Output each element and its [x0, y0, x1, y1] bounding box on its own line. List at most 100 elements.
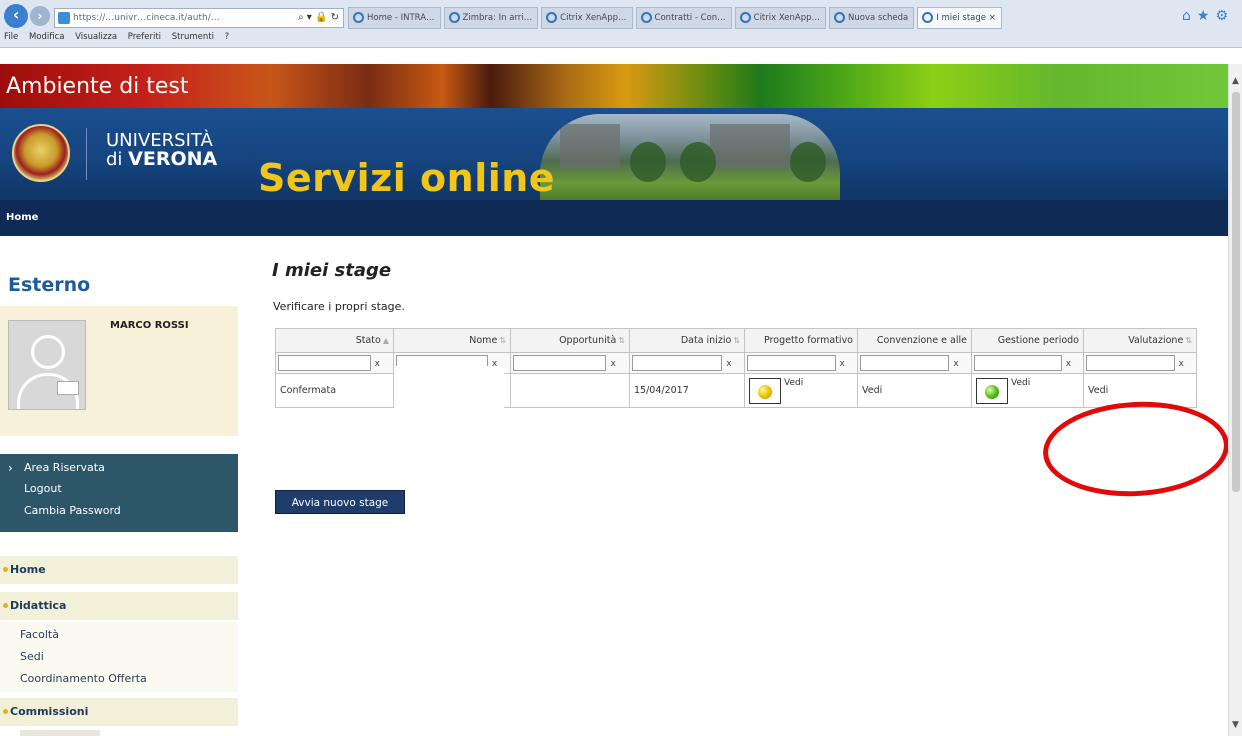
university-name[interactable]: UNIVERSITÀ di VERONA — [106, 132, 217, 169]
filter-input-convenzione[interactable] — [860, 355, 950, 371]
menu-preferiti[interactable]: Preferiti — [128, 32, 161, 42]
filter-input-gestione[interactable] — [974, 355, 1062, 371]
area-riservata-link[interactable]: Area Riservata — [24, 461, 105, 474]
clear-filter-icon[interactable]: x — [610, 359, 615, 369]
filter-input-opportunita[interactable] — [513, 355, 607, 371]
scroll-up-icon[interactable]: ▲ — [1232, 76, 1239, 86]
clear-filter-icon[interactable]: x — [953, 359, 958, 369]
truncated-sidebar-item — [20, 730, 100, 736]
column-header-progetto[interactable]: Progetto formativo — [744, 328, 858, 353]
test-environment-title: Ambiente di test — [6, 74, 189, 99]
menu-strumenti[interactable]: Strumenti — [172, 32, 214, 42]
sort-icon: ⇅ — [618, 336, 625, 345]
user-profile: MARCO ROSSI — [0, 306, 238, 436]
tab-icon — [922, 12, 934, 23]
clear-filter-icon[interactable]: x — [375, 359, 380, 369]
user-name: MARCO ROSSI — [110, 320, 189, 331]
tab-icon — [546, 12, 558, 23]
back-button[interactable]: ‹ — [4, 4, 28, 28]
filter-input-progetto[interactable] — [747, 355, 836, 371]
filter-input-stato[interactable] — [278, 355, 371, 371]
cell-opportunita — [510, 373, 630, 408]
browser-tab[interactable]: Zimbra: In arri… — [443, 7, 539, 29]
column-header-gestione[interactable]: Gestione periodo — [971, 328, 1084, 353]
menu-visualizza[interactable]: Visualizza — [75, 32, 117, 42]
column-header-stato[interactable]: Stato ▲ — [275, 328, 394, 353]
tab-icon — [640, 12, 652, 23]
sidebar-item-didattica[interactable]: Didattica — [0, 592, 238, 620]
valutazione-vedi-link[interactable]: Vedi — [1088, 385, 1108, 396]
clear-filter-icon[interactable]: x — [1066, 359, 1071, 369]
sidebar-item-sedi[interactable]: Sedi — [20, 650, 44, 663]
column-header-valutazione[interactable]: Valutazione ⇅ — [1083, 328, 1197, 353]
progetto-vedi-link[interactable]: Vedi — [784, 378, 803, 388]
filter-cell: x — [744, 352, 858, 374]
gestione-vedi-link[interactable]: Vedi — [1011, 378, 1030, 388]
nav-home-link[interactable]: Home — [6, 212, 38, 223]
forward-button[interactable]: › — [30, 6, 50, 26]
column-header-convenzione[interactable]: Convenzione e alle — [857, 328, 972, 353]
tab-icon — [739, 12, 751, 23]
browser-tab[interactable]: Home - INTRA… — [348, 7, 441, 29]
filter-cell: x — [857, 352, 972, 374]
filter-input-data-inizio[interactable] — [632, 355, 723, 371]
logout-link[interactable]: Logout — [24, 482, 62, 495]
cambia-password-link[interactable]: Cambia Password — [24, 504, 121, 517]
sort-icon: ⇅ — [499, 336, 506, 345]
browser-tab[interactable]: Citrix XenApp… — [734, 7, 827, 29]
menu-file[interactable]: File — [4, 32, 18, 42]
address-controls[interactable]: ⌕ ▾ 🔒 ↻ — [298, 9, 339, 27]
university-seal-logo[interactable] — [12, 124, 70, 182]
avatar — [8, 320, 86, 410]
browser-tab[interactable]: Citrix XenApp… — [541, 7, 633, 29]
address-bar[interactable]: https://…univr…cineca.it/auth/… ⌕ ▾ 🔒 ↻ — [54, 8, 344, 28]
yellow-status-icon — [758, 384, 772, 399]
column-header-opportunita[interactable]: Opportunità ⇅ — [510, 328, 630, 353]
menu-help[interactable]: ? — [225, 32, 230, 42]
sidebar-item-home[interactable]: Home — [0, 556, 238, 584]
test-environment-banner: Ambiente di test — [0, 64, 1228, 108]
area-riservata-box: › Area Riservata Logout Cambia Password — [0, 454, 238, 532]
page-subtitle: Verificare i propri stage. — [273, 300, 405, 313]
clear-filter-icon[interactable]: x — [726, 359, 731, 369]
filter-input-valutazione[interactable] — [1086, 355, 1175, 371]
progetto-status-button[interactable] — [749, 377, 781, 404]
browser-tab-active[interactable]: I miei stage × — [917, 7, 1002, 29]
filter-cell: x — [971, 352, 1084, 374]
sort-icon: ⇅ — [1185, 336, 1192, 345]
redaction-mask — [394, 366, 504, 470]
column-header-data-inizio[interactable]: Data inizio ⇅ — [629, 328, 745, 353]
column-header-nome[interactable]: Nome ⇅ — [393, 328, 511, 353]
browser-tab[interactable]: Nuova scheda — [829, 7, 915, 29]
sidebar-item-coordinamento[interactable]: Coordinamento Offerta — [20, 672, 147, 685]
bullet-icon — [3, 603, 8, 608]
sidebar-item-facolta[interactable]: Facoltà — [20, 628, 59, 641]
page-icon — [58, 12, 70, 24]
logo-divider — [86, 128, 87, 180]
convenzione-vedi-link[interactable]: Vedi — [862, 385, 882, 396]
filter-cell: x — [1083, 352, 1197, 374]
cell-gestione: Vedi — [971, 373, 1084, 408]
page-scrollbar[interactable]: ▲ ▼ — [1228, 64, 1242, 736]
university-header: UNIVERSITÀ di VERONA Servizi online — [0, 108, 1228, 200]
scroll-down-icon[interactable]: ▼ — [1232, 720, 1239, 730]
user-role: Esterno — [8, 274, 91, 296]
bullet-icon — [3, 709, 8, 714]
servizi-online-title: Servizi online — [258, 156, 556, 200]
scrollbar-thumb[interactable] — [1232, 92, 1240, 492]
gestione-status-button[interactable] — [976, 377, 1008, 404]
filter-cell: x — [275, 352, 394, 374]
menu-bar: File Modifica Visualizza Preferiti Strum… — [4, 32, 237, 42]
cell-convenzione: Vedi — [857, 373, 972, 408]
menu-modifica[interactable]: Modifica — [29, 32, 65, 42]
browser-toolbar-icons[interactable]: ⌂★⚙ — [1182, 8, 1234, 24]
tab-strip: Home - INTRA… Zimbra: In arri… Citrix Xe… — [348, 7, 1002, 29]
clear-filter-icon[interactable]: x — [840, 359, 845, 369]
sidebar-item-commissioni[interactable]: Commissioni — [0, 698, 238, 726]
didattica-submenu: Facoltà Sedi Coordinamento Offerta — [0, 622, 238, 692]
filter-cell: x — [629, 352, 745, 374]
browser-tab[interactable]: Contratti - Con… — [635, 7, 732, 29]
avvia-nuovo-stage-button[interactable]: Avvia nuovo stage — [275, 490, 405, 514]
cell-data-inizio: 15/04/2017 — [629, 373, 745, 408]
clear-filter-icon[interactable]: x — [1179, 359, 1184, 369]
